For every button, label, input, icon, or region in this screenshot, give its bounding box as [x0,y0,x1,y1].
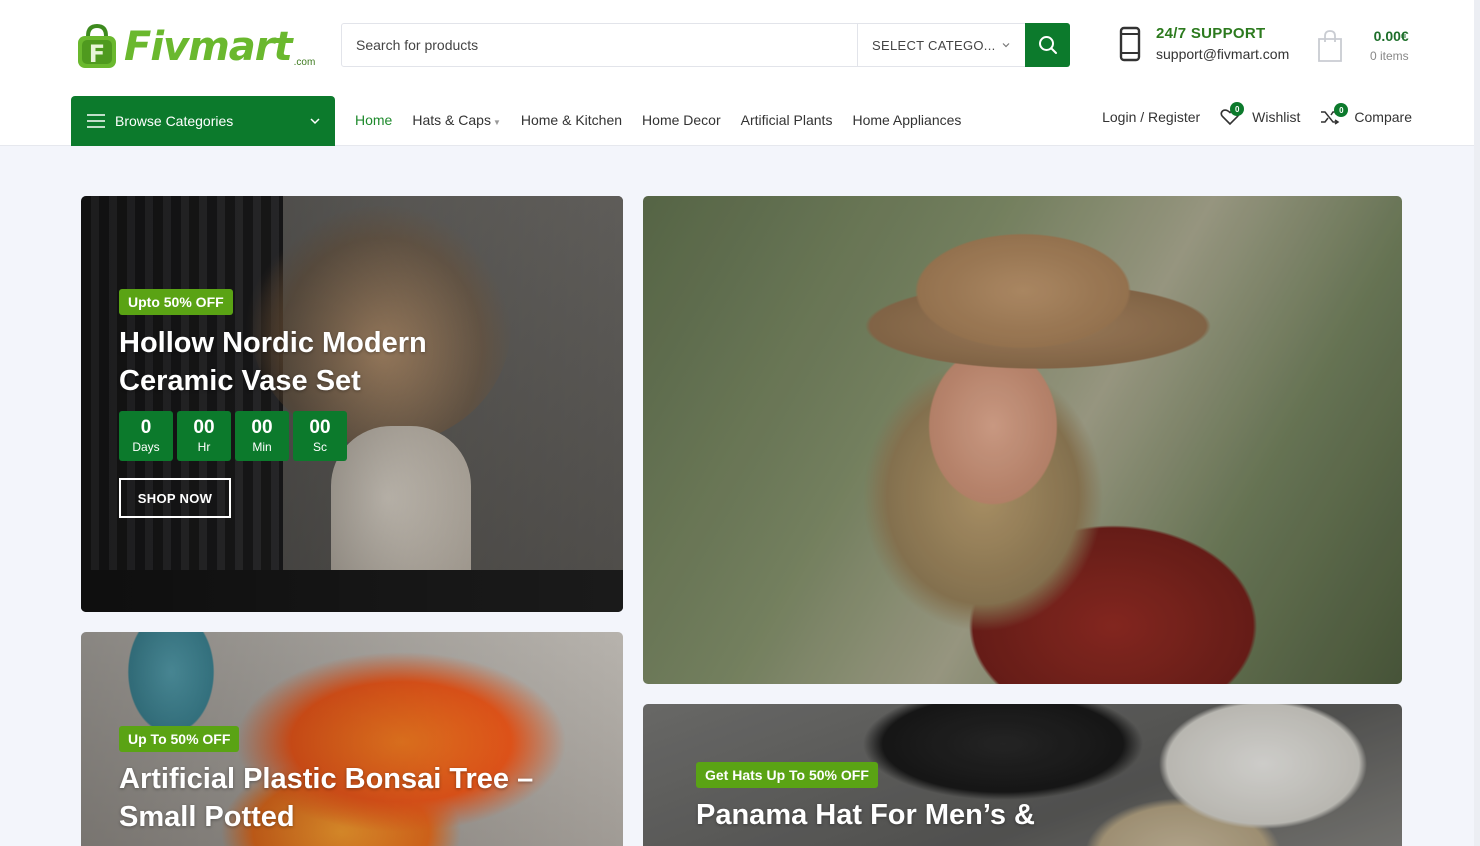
compare-link[interactable]: 0 Compare [1320,103,1412,125]
banner-overlay [643,196,1402,684]
search-input[interactable] [342,24,857,66]
discount-badge: Get Hats Up To 50% OFF [696,762,878,788]
nav-item-artificial-plants[interactable]: Artificial Plants [741,110,833,133]
banner-woman-hat[interactable] [643,196,1402,684]
discount-badge: Upto 50% OFF [119,289,233,315]
compare-count-badge: 0 [1334,103,1349,117]
nav-item-home-decor[interactable]: Home Decor [642,110,721,133]
banner-title-line2: Small Potted [119,801,295,833]
banner-title-line1: Hollow Nordic Modern [119,327,427,359]
search-icon [1038,36,1057,54]
compare-label: Compare [1354,109,1412,125]
banner-title-line2: Ceramic Vase Set [119,365,361,397]
banner-ceramic-vase[interactable]: Upto 50% OFF Hollow Nordic Modern Cerami… [81,196,623,612]
support-email[interactable]: support@fivmart.com [1156,44,1289,64]
countdown-unit: Hr [197,440,211,454]
chevron-down-icon: ▼ [492,118,501,127]
nav-item-label: Hats & Caps [412,112,491,128]
cart-widget[interactable]: 0.00€ 0 items [1316,26,1409,66]
countdown-timer: 0 Days 00 Hr 00 Min 00 Sc [119,411,347,461]
countdown-unit: Sc [312,440,327,454]
mobile-phone-icon [1119,26,1141,62]
countdown-value: 0 [140,417,152,438]
main-nav: Home Hats & Caps ▼ Home & Kitchen Home De… [355,110,981,133]
brand-tld: .com [293,57,316,68]
shopping-bag-icon [1318,30,1342,62]
category-select[interactable]: SELECT CATEGO... [857,24,1025,66]
nav-item-home-appliances[interactable]: Home Appliances [852,110,961,133]
nav-item-home[interactable]: Home [355,110,392,133]
nav-item-hats-caps[interactable]: Hats & Caps ▼ [412,110,501,133]
countdown-unit: Days [132,440,160,454]
browse-categories-button[interactable]: Browse Categories [71,96,335,146]
chevron-down-icon [310,118,320,125]
support-title: 24/7 SUPPORT [1156,25,1266,42]
search-button[interactable] [1025,23,1070,67]
banner-panama-hat[interactable]: Get Hats Up To 50% OFF Panama Hat For Me… [643,704,1402,846]
chevron-down-icon [1002,43,1010,48]
search-bar: SELECT CATEGO... [341,23,1070,67]
login-register-link[interactable]: Login / Register [1102,109,1200,125]
countdown-minutes: 00 Min [235,411,289,461]
account-links: Login / Register 0 Wishlist 0 Compare [1082,102,1412,126]
wishlist-label: Wishlist [1252,109,1301,125]
support-block: 24/7 SUPPORT support@fivmart.com [1118,24,1289,64]
countdown-value: 00 [309,417,331,438]
banner-overlay [81,196,623,612]
brand-name: Fivmart [124,24,293,70]
banner-title: Panama Hat For Men’s & [696,796,1035,834]
shopping-bag-logo-icon: F [72,22,122,72]
countdown-hours: 00 Hr [177,411,231,461]
browse-categories-label: Browse Categories [115,113,234,129]
banner-title-line1: Panama Hat For Men’s & [696,799,1035,831]
brand-logo[interactable]: F Fivmart .com [72,20,315,74]
category-select-label: SELECT CATEGO... [872,37,996,53]
cart-total: 0.00€ [1373,28,1409,44]
countdown-value: 00 [251,417,273,438]
wishlist-link[interactable]: 0 Wishlist [1220,102,1301,126]
page-scrollbar[interactable] [1474,0,1480,846]
countdown-seconds: 00 Sc [293,411,347,461]
countdown-value: 00 [193,417,215,438]
menu-icon [87,114,105,128]
nav-item-home-kitchen[interactable]: Home & Kitchen [521,110,622,133]
shop-now-button[interactable]: SHOP NOW [119,478,231,518]
site-header: F Fivmart .com SELECT CATEGO... 24/7 SUP… [0,0,1480,146]
countdown-unit: Min [252,440,272,454]
banner-title: Hollow Nordic Modern Ceramic Vase Set [119,324,427,400]
banner-title: Artificial Plastic Bonsai Tree – Small P… [119,760,533,836]
discount-badge: Up To 50% OFF [119,726,240,752]
cart-item-count: 0 items [1370,49,1409,63]
svg-text:F: F [89,40,105,68]
countdown-days: 0 Days [119,411,173,461]
banner-title-line1: Artificial Plastic Bonsai Tree – [119,763,534,795]
banner-bonsai-tree[interactable]: Up To 50% OFF Artificial Plastic Bonsai … [81,632,623,846]
wishlist-count-badge: 0 [1230,102,1245,116]
